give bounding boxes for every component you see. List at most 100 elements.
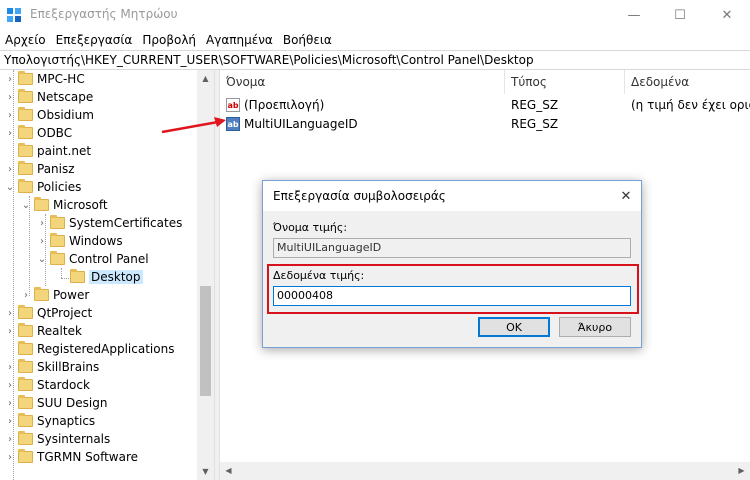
- folder-icon: [18, 413, 33, 427]
- tree-item[interactable]: › Synaptics: [4, 412, 95, 430]
- dialog-title-bar: Επεξεργασία συμβολοσειράς ✕: [263, 181, 641, 211]
- tree-item-control-panel[interactable]: ⌄ Control Panel: [36, 250, 149, 268]
- tree-item-label: Panisz: [37, 162, 75, 176]
- tree-item[interactable]: › Realtek: [4, 322, 82, 340]
- scroll-down-icon[interactable]: ▼: [197, 463, 214, 480]
- expand-chevron-icon[interactable]: ›: [36, 236, 48, 247]
- cancel-button[interactable]: Άκυρο: [559, 317, 631, 337]
- value-row-default[interactable]: ab (Προεπιλογή) REG_SZ (η τιμή δεν έχει …: [220, 95, 750, 115]
- ok-button[interactable]: OK: [478, 317, 550, 337]
- expand-chevron-icon[interactable]: ›: [4, 308, 16, 319]
- folder-icon: [18, 395, 33, 409]
- close-button[interactable]: ✕: [704, 0, 750, 30]
- tree-item-label: MPC-HC: [37, 72, 85, 86]
- expand-chevron-icon[interactable]: ›: [4, 398, 16, 409]
- scroll-left-icon[interactable]: ◀: [220, 462, 237, 479]
- value-name: MultiUILanguageID: [244, 117, 358, 131]
- tree-item[interactable]: › Windows: [36, 232, 123, 250]
- close-icon: ✕: [721, 7, 733, 23]
- tree-item-desktop[interactable]: Desktop: [56, 268, 143, 286]
- expand-chevron-icon[interactable]: ›: [4, 164, 16, 175]
- expand-chevron-icon[interactable]: ›: [4, 362, 16, 373]
- edit-string-dialog: Επεξεργασία συμβολοσειράς ✕ Όνομα τιμής:…: [262, 180, 642, 348]
- expand-chevron-icon[interactable]: ›: [20, 290, 32, 301]
- scroll-up-icon[interactable]: ▲: [197, 70, 214, 87]
- collapse-chevron-icon[interactable]: ⌄: [4, 182, 16, 193]
- folder-icon: [18, 107, 33, 121]
- menu-edit[interactable]: Επεξεργασία: [51, 30, 138, 50]
- tree-item[interactable]: › Panisz: [4, 160, 75, 178]
- expand-chevron-icon[interactable]: ›: [4, 434, 16, 445]
- tree-item[interactable]: › QtProject: [4, 304, 92, 322]
- value-type: REG_SZ: [511, 117, 559, 131]
- value-data-label: Δεδομένα τιμής:: [273, 269, 365, 282]
- expand-chevron-icon[interactable]: ›: [4, 128, 16, 139]
- tree-scroll-thumb[interactable]: [200, 286, 211, 396]
- tree-item-label: Desktop: [89, 270, 143, 284]
- window-title: Επεξεργαστής Μητρώου: [30, 7, 178, 21]
- tree-item[interactable]: › SkillBrains: [4, 358, 99, 376]
- menu-file[interactable]: Αρχείο: [0, 30, 51, 50]
- tree-item[interactable]: › Power: [20, 286, 89, 304]
- tree-item[interactable]: › MPC-HC: [4, 70, 85, 88]
- annotation-arrow-icon: [161, 117, 226, 134]
- expand-chevron-icon[interactable]: ›: [4, 92, 16, 103]
- menu-favorites[interactable]: Αγαπημένα: [201, 30, 278, 50]
- tree-item-label: Realtek: [37, 324, 82, 338]
- tree-item-label: Obsidium: [37, 108, 94, 122]
- folder-icon: [18, 377, 33, 391]
- close-icon: ✕: [620, 188, 632, 204]
- folder-icon: [34, 287, 49, 301]
- tree-item-label: paint.net: [37, 144, 92, 158]
- tree-item-label: SUU Design: [37, 396, 108, 410]
- tree-item-label: Windows: [69, 234, 123, 248]
- tree-item[interactable]: › SystemCertificates: [36, 214, 182, 232]
- tree-item[interactable]: › Stardock: [4, 376, 90, 394]
- folder-icon: [18, 143, 33, 157]
- expand-chevron-icon[interactable]: ›: [4, 326, 16, 337]
- tree-item[interactable]: › Netscape: [4, 88, 93, 106]
- address-bar[interactable]: Υπολογιστής\HKEY_CURRENT_USER\SOFTWARE\P…: [0, 50, 750, 70]
- expand-chevron-icon[interactable]: ›: [4, 74, 16, 85]
- tree-item[interactable]: › Sysinternals: [4, 430, 110, 448]
- value-data-input[interactable]: 00000408: [273, 286, 631, 306]
- collapse-chevron-icon[interactable]: ⌄: [36, 254, 48, 265]
- folder-icon: [18, 431, 33, 445]
- folder-icon: [18, 449, 33, 463]
- expand-chevron-icon[interactable]: ›: [36, 218, 48, 229]
- minimize-button[interactable]: —: [611, 0, 657, 30]
- expand-chevron-icon[interactable]: ›: [4, 110, 16, 121]
- expand-chevron-icon[interactable]: ›: [4, 452, 16, 463]
- tree-item[interactable]: › Obsidium: [4, 106, 94, 124]
- tree-item[interactable]: › TGRMN Software: [4, 448, 138, 466]
- column-header-name[interactable]: Όνομα: [220, 70, 505, 94]
- column-header-data[interactable]: Δεδομένα: [625, 70, 750, 94]
- tree-item[interactable]: › ODBC: [4, 124, 72, 142]
- expand-chevron-icon[interactable]: ›: [4, 416, 16, 427]
- expand-chevron-icon[interactable]: ›: [4, 380, 16, 391]
- folder-icon: [18, 179, 33, 193]
- tree-item-label: Control Panel: [69, 252, 149, 266]
- column-header-type[interactable]: Τύπος: [505, 70, 625, 94]
- tree-item-label: RegisteredApplications: [37, 342, 175, 356]
- tree-item[interactable]: paint.net: [4, 142, 91, 160]
- menu-help[interactable]: Βοήθεια: [278, 30, 337, 50]
- tree-item-policies[interactable]: ⌄ Policies: [4, 178, 81, 196]
- maximize-button[interactable]: ☐: [657, 0, 703, 30]
- dialog-close-button[interactable]: ✕: [611, 181, 641, 211]
- collapse-chevron-icon[interactable]: ⌄: [20, 200, 32, 211]
- scroll-right-icon[interactable]: ▶: [733, 462, 750, 479]
- value-name-label: Όνομα τιμής:: [273, 221, 348, 234]
- tree-item[interactable]: RegisteredApplications: [4, 340, 174, 358]
- folder-icon: [18, 89, 33, 103]
- tree-item-microsoft[interactable]: ⌄ Microsoft: [20, 196, 108, 214]
- value-row-multiuilanguageid[interactable]: ab MultiUILanguageID REG_SZ: [220, 114, 750, 134]
- tree-item-label: ODBC: [37, 126, 73, 140]
- folder-icon: [50, 215, 65, 229]
- menu-view[interactable]: Προβολή: [137, 30, 201, 50]
- tree-item[interactable]: › SUU Design: [4, 394, 107, 412]
- value-name-field: MultiUILanguageID: [273, 238, 631, 258]
- minimize-icon: —: [627, 7, 641, 23]
- list-horizontal-scrollbar[interactable]: ◀ ▶: [220, 462, 750, 480]
- folder-icon: [50, 233, 65, 247]
